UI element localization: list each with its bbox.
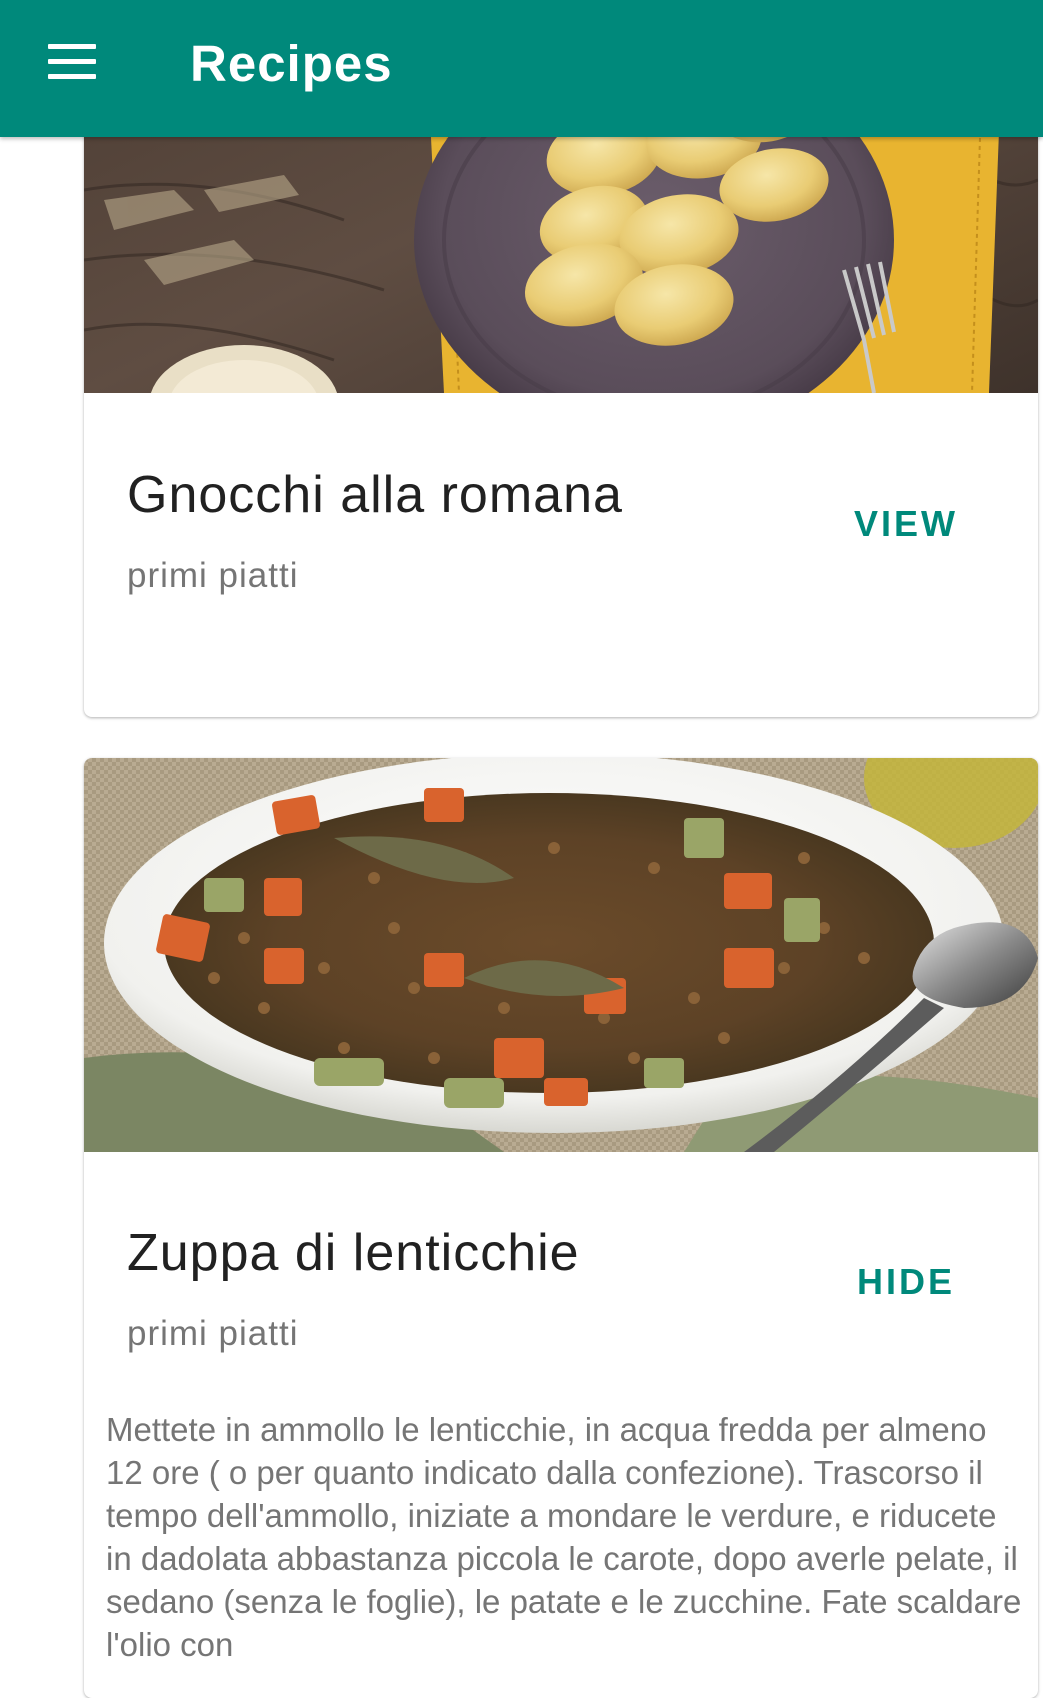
recipe-category: primi piatti [127,1314,299,1353]
recipe-category: primi piatti [127,556,299,595]
recipe-description: Mettete in ammollo le lenticchie, in acq… [106,1411,1022,1663]
hamburger-menu-icon[interactable] [46,44,98,84]
recipe-title: Gnocchi alla romana [127,466,623,524]
recipe-image [84,758,1038,1152]
page-title: Recipes [190,35,393,92]
hide-button[interactable]: HIDE [857,1261,955,1303]
recipe-list[interactable]: Gnocchi alla romana primi piatti VIEW Zu… [0,0,1043,1698]
recipe-title: Zuppa di lenticchie [127,1224,580,1282]
recipe-card: Zuppa di lenticchie primi piatti HIDE Me… [84,758,1038,1698]
app-bar: Recipes [0,0,1043,137]
view-button[interactable]: VIEW [854,503,958,545]
